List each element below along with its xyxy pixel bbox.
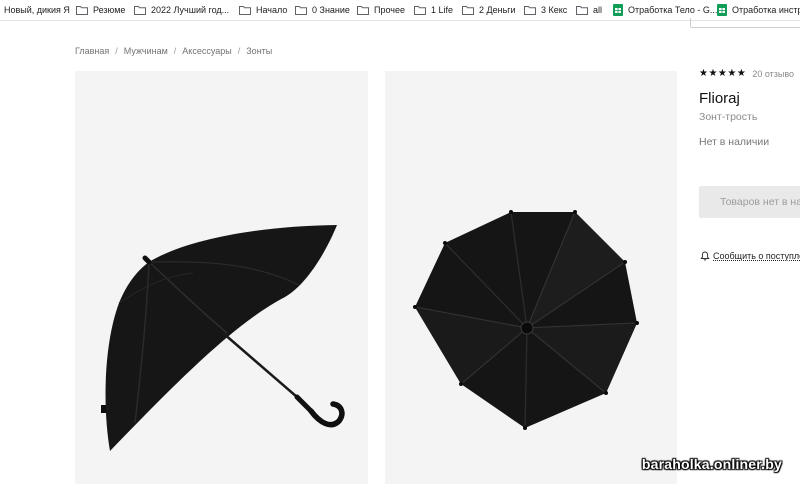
folder-icon: [239, 6, 251, 15]
product-rating[interactable]: ★★★★★ 20 отзыво: [699, 68, 794, 79]
bookmark-folder[interactable]: 2 Деньги: [462, 3, 516, 17]
breadcrumb-home[interactable]: Главная: [75, 46, 109, 56]
bookmark-label: 3 Кекс: [541, 5, 568, 15]
folder-icon: [357, 6, 369, 15]
bell-icon: [700, 251, 710, 261]
bookmark-label: 2 Деньги: [479, 5, 516, 15]
bookmark-folder[interactable]: Резюме: [76, 3, 125, 17]
bookmark-folder[interactable]: Прочее: [357, 3, 405, 17]
reviews-count[interactable]: 20 отзыво: [752, 69, 794, 79]
bookmark-sheet[interactable]: Отработка инстру: [717, 3, 800, 17]
bookmark-folder[interactable]: 2022 Лучший год...: [134, 3, 229, 17]
bookmark-label: Отработка Тело - G...: [628, 5, 718, 15]
notify-label[interactable]: Сообщить о поступле: [713, 251, 800, 261]
stock-status: Нет в наличии: [699, 136, 770, 148]
product-photo-side[interactable]: [75, 71, 368, 484]
bookmark-label: 1 Life: [431, 5, 454, 15]
bookmark-folder[interactable]: all: [576, 3, 602, 17]
bookmark-folder[interactable]: Начало: [239, 3, 287, 17]
product-photo-top[interactable]: [385, 71, 677, 484]
bookmark-folder[interactable]: 0 Знание: [295, 3, 350, 17]
search-box-edge[interactable]: [690, 18, 800, 28]
unavailable-button[interactable]: Товаров нет в на: [699, 186, 800, 218]
rating-stars-icon: ★★★★★: [699, 68, 747, 79]
breadcrumb: Главная / Мужчинам / Аксессуары / Зонты: [75, 46, 272, 56]
google-sheets-icon: [717, 4, 727, 16]
folder-icon: [576, 6, 588, 15]
bookmark-label: Прочее: [374, 5, 405, 15]
folder-icon: [295, 6, 307, 15]
bookmark-label: Резюме: [93, 5, 126, 15]
umbrella-top-image: [413, 210, 639, 430]
umbrella-side-image: [101, 225, 345, 451]
bookmark-label: Отработка инстру: [732, 5, 800, 15]
notify-arrival-link[interactable]: Сообщить о поступле: [700, 251, 800, 261]
folder-icon: [462, 6, 474, 15]
bookmark-label: Новый, дикия Я: [4, 5, 70, 15]
product-type: Зонт-трость: [699, 111, 758, 123]
folder-icon: [414, 6, 426, 15]
bookmark-folder[interactable]: 1 Life: [414, 3, 453, 17]
bookmark-label: 2022 Лучший год...: [151, 5, 230, 15]
folder-icon: [134, 6, 146, 15]
breadcrumb-umbrellas[interactable]: Зонты: [246, 46, 272, 56]
bookmarks-bar: Новый, дикия Я Резюме 2022 Лучший год...…: [0, 0, 800, 21]
breadcrumb-separator: /: [173, 46, 177, 56]
folder-icon: [76, 6, 88, 15]
product-brand[interactable]: Flioraj: [699, 90, 740, 107]
bookmark-folder[interactable]: 3 Кекс: [524, 3, 567, 17]
bookmark-sheet[interactable]: Отработка Тело - G...: [613, 3, 717, 17]
bookmark-label: Начало: [256, 5, 288, 15]
breadcrumb-men[interactable]: Мужчинам: [124, 46, 168, 56]
breadcrumb-separator: /: [115, 46, 118, 56]
watermark: baraholka.onliner.by: [641, 456, 782, 472]
bookmark-label: all: [593, 5, 603, 15]
bookmark-label: 0 Знание: [312, 5, 350, 15]
folder-icon: [524, 6, 536, 15]
breadcrumb-accessories[interactable]: Аксессуары: [182, 46, 231, 56]
bookmark-item[interactable]: Новый, дикия Я: [0, 3, 70, 17]
breadcrumb-separator: /: [237, 46, 241, 56]
google-sheets-icon: [613, 4, 623, 16]
